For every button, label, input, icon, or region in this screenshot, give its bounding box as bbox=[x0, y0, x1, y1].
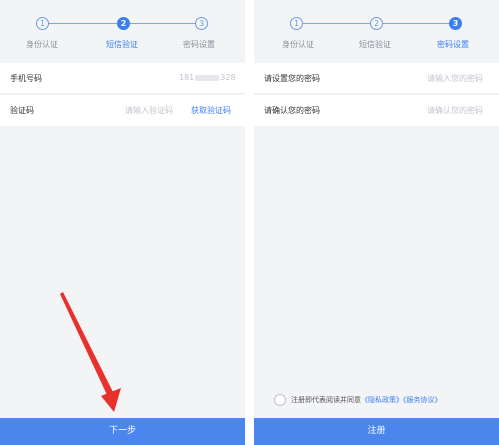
step-connector bbox=[302, 23, 370, 24]
confirm-password-label: 请确认您的密码 bbox=[264, 106, 320, 115]
agreement-label: 注册即代表阅读并同意 bbox=[291, 396, 361, 404]
service-agreement-link[interactable]: 《服务协议》 bbox=[403, 396, 442, 404]
red-arrow-annotation bbox=[60, 292, 121, 412]
step-3-label: 密码设置 bbox=[437, 40, 469, 49]
set-password-input[interactable]: 请输入您的密码 bbox=[427, 73, 483, 84]
agreement-text: 注册即代表阅读并同意《隐私政策》《服务协议》 bbox=[291, 395, 442, 405]
step-3-circle: 3 bbox=[449, 17, 462, 30]
password-setup-screen: 1 2 3 身份认证 短信验证 密码设置 请设置您的密码 请输入您的密码 请确认… bbox=[254, 0, 499, 445]
step-2-circle: 2 bbox=[370, 17, 383, 30]
privacy-policy-link[interactable]: 《隐私政策》 bbox=[361, 396, 403, 404]
agreement-row: 注册即代表阅读并同意《隐私政策》《服务协议》 bbox=[274, 393, 499, 407]
progress-stepper: 1 2 3 身份认证 短信验证 密码设置 bbox=[254, 0, 499, 62]
sms-verification-screen: 1 2 3 身份认证 短信验证 密码设置 手机号码 181 328 验证码 请输入… bbox=[0, 0, 245, 445]
set-password-row: 请设置您的密码 请输入您的密码 bbox=[254, 63, 499, 94]
step-1-label: 身份认证 bbox=[282, 40, 314, 49]
agree-radio[interactable] bbox=[274, 394, 286, 406]
step-2-label: 短信验证 bbox=[359, 40, 391, 49]
set-password-label: 请设置您的密码 bbox=[264, 74, 320, 83]
arrow-shaft bbox=[60, 292, 114, 397]
confirm-password-row: 请确认您的密码 请确认您的密码 bbox=[254, 95, 499, 126]
register-button[interactable]: 注册 bbox=[254, 418, 499, 445]
confirm-password-input[interactable]: 请确认您的密码 bbox=[427, 105, 483, 116]
step-1-circle: 1 bbox=[290, 17, 303, 30]
step-connector bbox=[383, 23, 449, 24]
